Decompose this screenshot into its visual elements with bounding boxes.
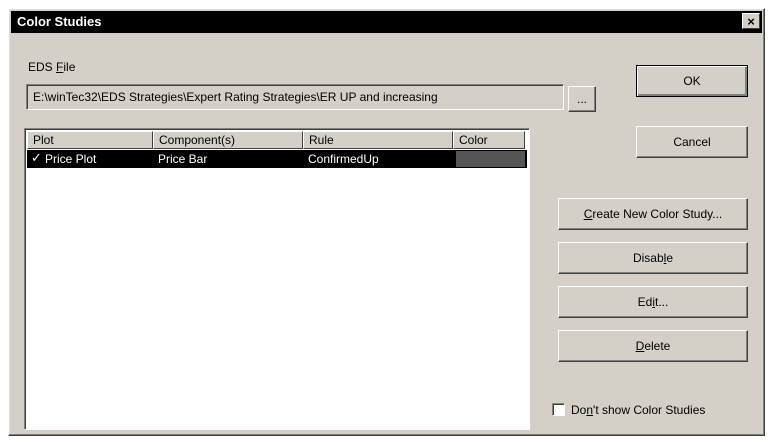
cell-plot: Price Plot <box>45 152 97 166</box>
edit-button[interactable]: Ed i t... <box>558 286 748 318</box>
cancel-button[interactable]: Cancel <box>636 126 748 158</box>
create-new-color-study-button[interactable]: Create New Color Study... <box>558 198 748 230</box>
cell-rule: ConfirmedUp <box>308 152 379 166</box>
color-studies-list[interactable]: Plot Component(s) Rule Color ✓ Price Plo… <box>24 128 530 430</box>
eds-file-field[interactable]: E:\winTec32\EDS Strategies\Expert Rating… <box>26 84 564 110</box>
color-swatch <box>456 151 525 167</box>
dialog-title: Color Studies <box>17 14 102 29</box>
column-header-components[interactable]: Component(s) <box>153 131 303 149</box>
title-bar: Color Studies × <box>11 11 762 33</box>
column-header-rule[interactable]: Rule <box>303 131 453 149</box>
disable-button[interactable]: Disab l e <box>558 242 748 274</box>
table-row[interactable]: ✓ Price Plot Price Bar ConfirmedUp <box>27 150 527 168</box>
dont-show-color-studies-checkbox[interactable] <box>552 403 565 416</box>
column-header-color[interactable]: Color <box>453 131 525 149</box>
ok-button[interactable]: OK <box>636 65 748 97</box>
dont-show-color-studies-label[interactable]: Don't show Color Studies <box>571 403 705 417</box>
close-button[interactable]: × <box>742 13 760 29</box>
cell-component: Price Bar <box>158 152 208 166</box>
delete-button[interactable]: Delete <box>558 330 748 362</box>
browse-button[interactable]: ... <box>568 86 596 112</box>
column-header-plot[interactable]: Plot <box>27 131 153 149</box>
check-icon[interactable]: ✓ <box>31 150 42 166</box>
eds-file-path: E:\winTec32\EDS Strategies\Expert Rating… <box>33 90 438 104</box>
eds-file-label: EDS File <box>28 60 76 74</box>
